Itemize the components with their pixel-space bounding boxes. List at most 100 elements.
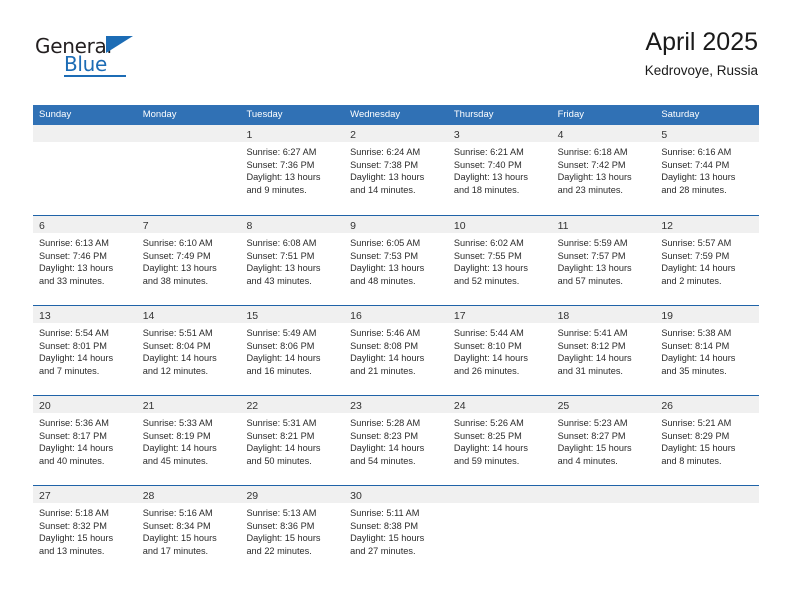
daylight-text-line1: Daylight: 13 hours <box>246 263 321 274</box>
day-number: 11 <box>557 220 569 232</box>
daylight-text-line1: Daylight: 14 hours <box>246 353 321 364</box>
daylight-text-line1: Daylight: 14 hours <box>350 353 425 364</box>
sunset-text: Sunset: 8:32 PM <box>39 520 107 531</box>
day-number-band <box>551 486 656 503</box>
day-cell[interactable]: 11 Sunrise: 5:59 AM Sunset: 7:57 PM Dayligh… <box>551 216 656 305</box>
day-details: Sunrise: 5:16 AM Sunset: 8:34 PM Daylight:… <box>137 503 241 557</box>
day-cell[interactable]: 10 Sunrise: 6:02 AM Sunset: 7:55 PM Dayligh… <box>447 216 552 305</box>
day-details: Sunrise: 5:33 AM Sunset: 8:19 PM Daylight:… <box>137 413 241 467</box>
daylight-text-line1: Daylight: 15 hours <box>246 533 321 544</box>
day-cell[interactable]: 26 Sunrise: 5:21 AM Sunset: 8:29 PM Dayligh… <box>655 396 760 485</box>
day-details: Sunrise: 5:49 AM Sunset: 8:06 PM Daylight:… <box>240 323 344 377</box>
day-cell[interactable]: 6 Sunrise: 6:13 AM Sunset: 7:46 PM Daylight… <box>33 216 137 305</box>
daylight-text-line1: Daylight: 13 hours <box>557 263 632 274</box>
day-details: Sunrise: 5:18 AM Sunset: 8:32 PM Daylight:… <box>33 503 137 557</box>
day-number-band <box>655 486 760 503</box>
daylight-text-line1: Daylight: 14 hours <box>661 263 736 274</box>
day-cell[interactable]: 14 Sunrise: 5:51 AM Sunset: 8:04 PM Dayligh… <box>136 306 241 395</box>
day-number-band: 26 <box>655 396 760 413</box>
day-cell[interactable]: 21 Sunrise: 5:33 AM Sunset: 8:19 PM Dayligh… <box>136 396 241 485</box>
day-number: 25 <box>557 400 570 412</box>
daylight-text-line1: Daylight: 13 hours <box>661 172 736 183</box>
day-number-band: 14 <box>136 306 241 323</box>
day-cell-empty <box>447 486 552 575</box>
day-number: 22 <box>246 400 259 412</box>
day-cell[interactable]: 25 Sunrise: 5:23 AM Sunset: 8:27 PM Dayligh… <box>551 396 656 485</box>
day-details: Sunrise: 6:02 AM Sunset: 7:55 PM Daylight:… <box>448 233 552 287</box>
sunrise-text: Sunrise: 5:11 AM <box>350 508 420 518</box>
week-row: 6 Sunrise: 6:13 AM Sunset: 7:46 PM Daylight… <box>33 215 760 305</box>
day-number: 30 <box>350 490 362 502</box>
day-cell[interactable]: 5 Sunrise: 6:16 AM Sunset: 7:44 PM Daylight… <box>655 125 760 215</box>
sunset-text: Sunset: 8:27 PM <box>557 430 626 441</box>
daylight-text-line2: and 2 minutes. <box>661 275 722 286</box>
daylight-text-line2: and 22 minutes. <box>246 545 312 556</box>
day-details: Sunrise: 5:26 AM Sunset: 8:25 PM Daylight:… <box>448 413 552 467</box>
day-number-band: 21 <box>136 396 241 413</box>
day-cell[interactable]: 29 Sunrise: 5:13 AM Sunset: 8:36 PM Dayligh… <box>240 486 345 575</box>
day-number-band: 25 <box>551 396 656 413</box>
sunset-text: Sunset: 7:57 PM <box>557 250 626 261</box>
day-cell[interactable]: 9 Sunrise: 6:05 AM Sunset: 7:53 PM Daylight… <box>344 216 448 305</box>
weekday-header-row: Sunday Monday Tuesday Wednesday Thursday Frid… <box>33 105 759 125</box>
daylight-text-line2: and 13 minutes. <box>39 545 105 556</box>
daylight-text-line2: and 9 minutes. <box>246 184 307 195</box>
daylight-text-line1: Daylight: 13 hours <box>453 172 528 183</box>
weekday-header-friday: Friday <box>557 109 584 120</box>
day-cell[interactable]: 18 Sunrise: 5:41 AM Sunset: 8:12 PM Dayligh… <box>551 306 656 395</box>
day-cell-empty <box>33 125 137 215</box>
sunset-text: Sunset: 7:53 PM <box>350 250 419 261</box>
daylight-text-line1: Daylight: 14 hours <box>557 353 632 364</box>
sunrise-text: Sunrise: 5:21 AM <box>661 418 732 428</box>
sunset-text: Sunset: 8:04 PM <box>142 340 211 351</box>
day-cell[interactable]: 7 Sunrise: 6:10 AM Sunset: 7:49 PM Daylight… <box>136 216 241 305</box>
day-cell[interactable]: 24 Sunrise: 5:26 AM Sunset: 8:25 PM Dayligh… <box>447 396 552 485</box>
day-cell[interactable]: 20 Sunrise: 5:36 AM Sunset: 8:17 PM Dayligh… <box>33 396 137 485</box>
day-number-band: 13 <box>33 306 137 323</box>
day-cell[interactable]: 2 Sunrise: 6:24 AM Sunset: 7:38 PM Daylight… <box>344 125 448 215</box>
daylight-text-line2: and 40 minutes. <box>39 455 105 466</box>
daylight-text-line2: and 48 minutes. <box>350 275 416 286</box>
day-cell[interactable]: 13 Sunrise: 5:54 AM Sunset: 8:01 PM Dayligh… <box>33 306 137 395</box>
sunrise-text: Sunrise: 5:16 AM <box>142 508 213 518</box>
sunrise-text: Sunrise: 6:10 AM <box>142 238 213 248</box>
daylight-text-line2: and 26 minutes. <box>453 365 520 376</box>
sunset-text: Sunset: 7:38 PM <box>350 159 419 170</box>
day-number: 6 <box>39 220 45 232</box>
day-number-band: 11 <box>551 216 656 233</box>
day-number: 7 <box>142 220 149 232</box>
weekday-header-tuesday: Tuesday <box>246 109 283 120</box>
day-cell-empty <box>136 125 241 215</box>
sunset-text: Sunset: 8:14 PM <box>661 340 730 351</box>
sunset-text: Sunset: 7:36 PM <box>246 159 315 170</box>
daylight-text-line2: and 12 minutes. <box>142 365 209 376</box>
day-number: 12 <box>661 220 673 232</box>
sunset-text: Sunset: 8:38 PM <box>350 520 419 531</box>
day-number: 5 <box>661 129 668 141</box>
day-cell[interactable]: 17 Sunrise: 5:44 AM Sunset: 8:10 PM Dayligh… <box>447 306 552 395</box>
day-cell[interactable]: 19 Sunrise: 5:38 AM Sunset: 8:14 PM Dayligh… <box>655 306 760 395</box>
day-cell[interactable]: 4 Sunrise: 6:18 AM Sunset: 7:42 PM Daylight… <box>551 125 656 215</box>
day-cell[interactable]: 16 Sunrise: 5:46 AM Sunset: 8:08 PM Dayligh… <box>344 306 448 395</box>
day-cell[interactable]: 1 Sunrise: 6:27 AM Sunset: 7:36 PM Daylight… <box>240 125 345 215</box>
day-cell[interactable]: 15 Sunrise: 5:49 AM Sunset: 8:06 PM Dayligh… <box>240 306 345 395</box>
daylight-text-line2: and 4 minutes. <box>557 455 618 466</box>
sunset-text: Sunset: 8:29 PM <box>661 430 730 441</box>
day-cell[interactable]: 30 Sunrise: 5:11 AM Sunset: 8:38 PM Dayligh… <box>344 486 448 575</box>
day-number: 18 <box>557 310 570 322</box>
daylight-text-line1: Daylight: 14 hours <box>453 353 528 364</box>
day-cell[interactable]: 8 Sunrise: 6:08 AM Sunset: 7:51 PM Daylight… <box>240 216 345 305</box>
day-cell[interactable]: 12 Sunrise: 5:57 AM Sunset: 7:59 PM Dayligh… <box>655 216 760 305</box>
day-number-band: 6 <box>33 216 137 233</box>
day-cell[interactable]: 3 Sunrise: 6:21 AM Sunset: 7:40 PM Daylight… <box>447 125 552 215</box>
day-number-band: 12 <box>655 216 760 233</box>
day-cell[interactable]: 28 Sunrise: 5:16 AM Sunset: 8:34 PM Dayligh… <box>136 486 241 575</box>
day-cell[interactable]: 23 Sunrise: 5:28 AM Sunset: 8:23 PM Dayligh… <box>344 396 448 485</box>
day-number-band: 23 <box>344 396 448 413</box>
day-details: Sunrise: 5:54 AM Sunset: 8:01 PM Daylight:… <box>33 323 137 377</box>
general-blue-logo[interactable]: General Blue <box>33 34 153 82</box>
day-cell[interactable]: 27 Sunrise: 5:18 AM Sunset: 8:32 PM Dayligh… <box>33 486 137 575</box>
sunset-text: Sunset: 8:23 PM <box>350 430 419 441</box>
week-row: 1 Sunrise: 6:27 AM Sunset: 7:36 PM Daylight… <box>33 125 760 215</box>
day-cell[interactable]: 22 Sunrise: 5:31 AM Sunset: 8:21 PM Dayligh… <box>240 396 345 485</box>
